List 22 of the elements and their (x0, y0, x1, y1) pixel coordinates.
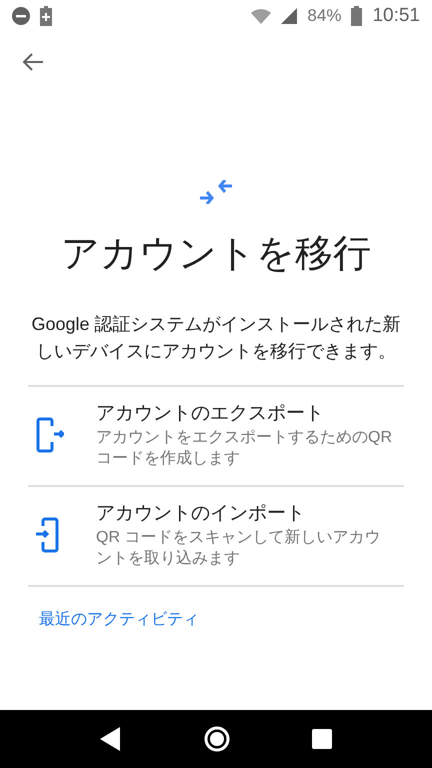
recent-activity-link[interactable]: 最近のアクティビティ (39, 609, 199, 630)
signal-icon (281, 8, 298, 24)
back-icon[interactable] (100, 727, 122, 751)
back-arrow-icon[interactable] (22, 52, 44, 72)
home-icon[interactable] (202, 725, 231, 753)
clock-time: 10:51 (372, 5, 420, 27)
option-subtitle: アカウントをエクスポートするためのQR コードを作成します (96, 428, 393, 469)
menu-option[interactable]: アカウントのエクスポート アカウントをエクスポートするためのQR コードを作成します (28, 387, 404, 487)
battery-percentage: 84% (307, 6, 342, 26)
phone-arrow-out-icon (34, 417, 64, 453)
page-title: アカウントを移行 (61, 232, 371, 277)
option-title: アカウントのエクスポート (96, 402, 325, 426)
description-text: Google 認証システムがインストールされた新しいデバイスにアカウントを移行できます。 (30, 313, 402, 363)
option-title: アカウントのインポート (96, 502, 306, 526)
do-not-disturb-icon (12, 7, 30, 25)
transfer-arrows-icon (199, 180, 233, 204)
wifi-icon (251, 8, 272, 24)
menu-option[interactable]: アカウントのインポート QR コードをスキャンして新しいアカウントを取り込みます (28, 487, 404, 587)
recents-icon[interactable] (312, 729, 332, 749)
battery-saver-icon (40, 6, 52, 26)
option-subtitle: QR コードをスキャンして新しいアカウントを取り込みます (96, 528, 382, 569)
battery-icon (351, 6, 362, 26)
